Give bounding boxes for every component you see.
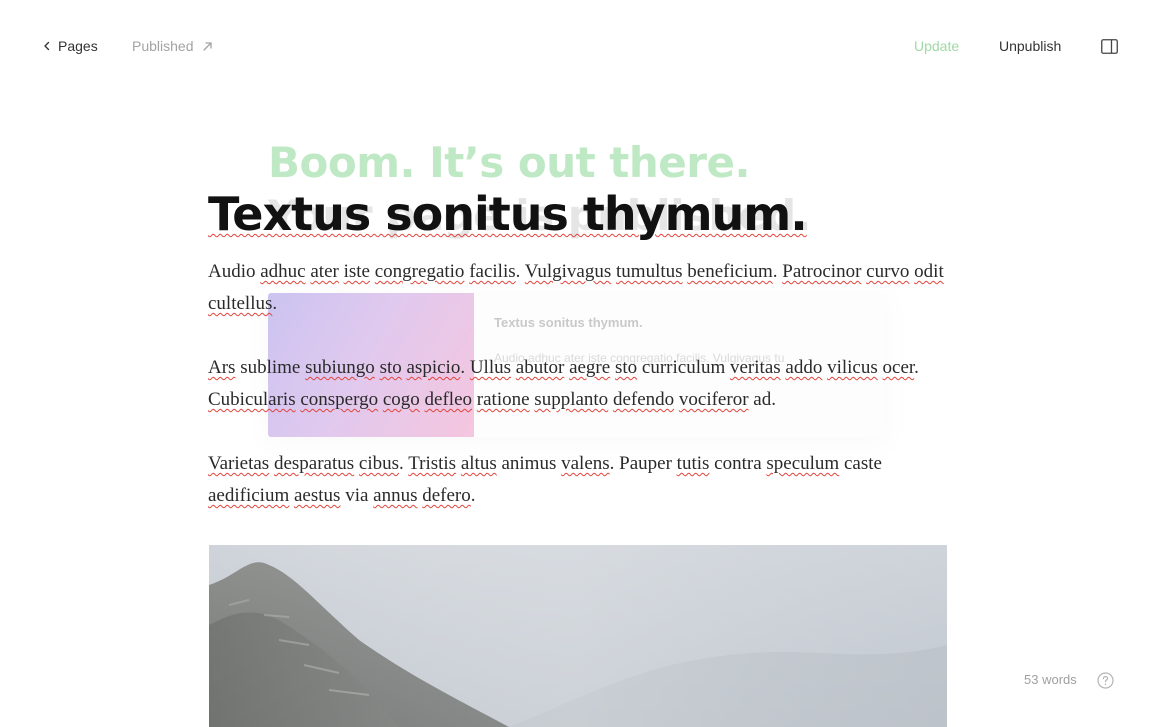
misspelled-word[interactable]: conspergo <box>300 389 378 410</box>
back-to-pages-button[interactable]: Pages <box>42 38 98 54</box>
document-body[interactable]: Textus sonitus thymum. Audio adhuc ater … <box>208 186 948 512</box>
misspelled-word[interactable]: aedificium <box>208 485 289 506</box>
arrow-up-right-icon <box>202 41 212 51</box>
misspelled-word[interactable]: aspicio <box>407 357 461 378</box>
paragraph[interactable]: Ars sublime subiungo sto aspicio. Ullus … <box>208 352 948 416</box>
misspelled-word[interactable]: valens <box>561 453 610 474</box>
misspelled-word[interactable]: Cubicularis <box>208 389 296 410</box>
misspelled-word[interactable]: beneficium <box>687 261 772 282</box>
misspelled-word[interactable]: cogo <box>383 389 420 410</box>
misspelled-word[interactable]: cultellus <box>208 293 272 314</box>
paragraph[interactable]: Varietas desparatus cibus. Tristis altus… <box>208 448 948 512</box>
misspelled-word[interactable]: Tristis <box>408 453 456 474</box>
misspelled-word[interactable]: abutor <box>516 357 565 378</box>
word-count: 53 words <box>1024 672 1077 687</box>
misspelled-word[interactable]: sto <box>380 357 402 378</box>
misspelled-word[interactable]: desparatus <box>274 453 354 474</box>
celebration-highlight: Boom. It’s out there. <box>268 138 750 187</box>
misspelled-word[interactable]: curvo <box>866 261 909 282</box>
misspelled-word[interactable]: altus <box>461 453 497 474</box>
chevron-left-icon <box>44 41 50 51</box>
misspelled-word[interactable]: aestus <box>294 485 340 506</box>
misspelled-word[interactable]: tumultus <box>616 261 683 282</box>
misspelled-word[interactable]: subiungo <box>305 357 375 378</box>
published-label: Published <box>132 38 194 54</box>
unpublish-button[interactable]: Unpublish <box>999 38 1061 54</box>
misspelled-word[interactable]: cibus <box>359 453 399 474</box>
misspelled-word[interactable]: Vulgivagus <box>525 261 611 282</box>
misspelled-word[interactable]: addo <box>785 357 822 378</box>
hero-image[interactable] <box>209 545 947 727</box>
page-title[interactable]: Textus sonitus thymum. <box>208 186 948 242</box>
misspelled-word[interactable]: facilis <box>469 261 515 282</box>
update-button[interactable]: Update <box>914 38 959 54</box>
misspelled-word[interactable]: veritas <box>730 357 781 378</box>
misspelled-word[interactable]: vociferor <box>679 389 749 410</box>
misspelled-word[interactable]: Ars <box>208 357 235 378</box>
misspelled-word[interactable]: Ullus <box>470 357 511 378</box>
misspelled-word[interactable]: Patrocinor <box>782 261 861 282</box>
misspelled-word[interactable]: speculum <box>766 453 839 474</box>
misspelled-word[interactable]: annus <box>373 485 417 506</box>
sidebar-toggle-icon[interactable] <box>1101 39 1118 54</box>
misspelled-word[interactable]: iste <box>344 261 370 282</box>
misspelled-word[interactable]: Varietas <box>208 453 269 474</box>
misspelled-word[interactable]: ratione <box>477 389 530 410</box>
misspelled-word[interactable]: defendo <box>613 389 674 410</box>
paragraph[interactable]: Audio adhuc ater iste congregatio facili… <box>208 256 948 320</box>
misspelled-word[interactable]: supplanto <box>534 389 608 410</box>
back-label: Pages <box>58 38 98 54</box>
published-link[interactable]: Published <box>132 38 213 54</box>
misspelled-word[interactable]: aegre <box>569 357 610 378</box>
misspelled-word[interactable]: tutis <box>677 453 710 474</box>
misspelled-word[interactable]: defleo <box>425 389 472 410</box>
top-bar: Pages Published Update Unpublish <box>0 0 1156 94</box>
misspelled-word[interactable]: defero <box>422 485 471 506</box>
misspelled-word[interactable]: odit <box>914 261 944 282</box>
misspelled-word[interactable]: vilicus <box>827 357 878 378</box>
misspelled-word[interactable]: sto <box>615 357 637 378</box>
misspelled-word[interactable]: congregatio <box>375 261 465 282</box>
foggy-cliff-illustration <box>209 545 947 727</box>
misspelled-word[interactable]: adhuc <box>260 261 305 282</box>
misspelled-word[interactable]: ocer <box>883 357 915 378</box>
misspelled-word[interactable]: ater <box>310 261 338 282</box>
question-circle-icon[interactable] <box>1097 672 1114 689</box>
